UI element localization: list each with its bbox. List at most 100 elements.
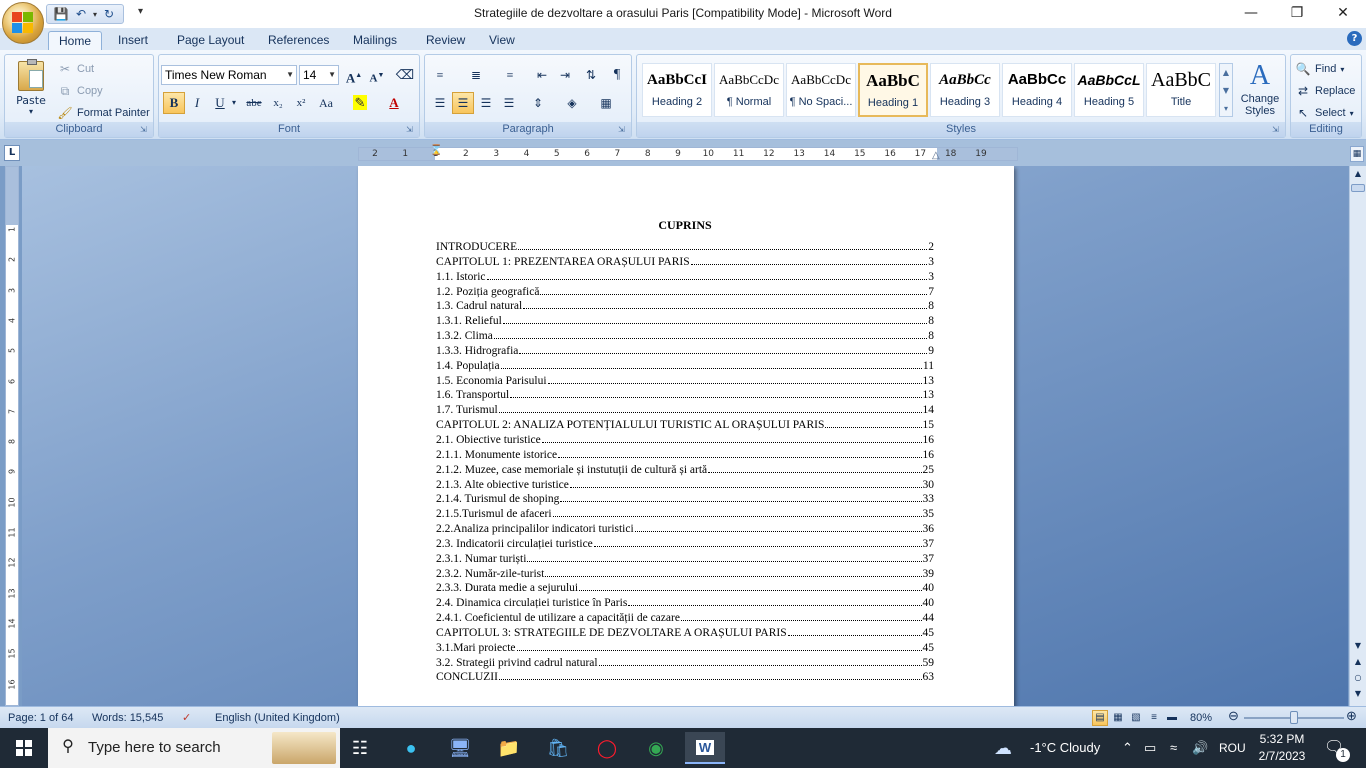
style-title[interactable]: AaBbC Title [1146, 63, 1216, 117]
zoom-out-icon[interactable]: ⊖ [1228, 709, 1239, 723]
input-language[interactable]: ROU [1219, 728, 1246, 768]
page-count[interactable]: Page: 1 of 64 [8, 711, 73, 725]
toc-entry[interactable]: CONCLUZII 63 [436, 670, 934, 685]
style-heading-3[interactable]: AaBbCc Heading 3 [930, 63, 1000, 117]
copy-button[interactable]: ⧉ Copy [57, 81, 103, 101]
wifi-icon[interactable]: ≈ [1170, 728, 1177, 768]
edge-icon[interactable]: ● [391, 732, 431, 764]
toc-entry[interactable]: 2.1.1. Monumente istorice 16 [436, 448, 934, 463]
increase-indent-icon[interactable]: ⇥ [554, 64, 576, 86]
previous-page-icon[interactable]: ▲ [1351, 654, 1365, 670]
toc-entry[interactable]: 2.1.4. Turismul de shoping 33 [436, 492, 934, 507]
indent-marker-icon[interactable]: ⌛ [430, 145, 442, 156]
bullets-icon[interactable]: ≡ [429, 64, 451, 86]
paragraph-launcher-icon[interactable]: ⇲ [618, 125, 628, 135]
toc-entry[interactable]: 1.3.1. Relieful 8 [436, 314, 934, 329]
scroll-thumb[interactable] [1351, 184, 1365, 192]
battery-icon[interactable]: ▭ [1144, 728, 1156, 768]
right-indent-marker-icon[interactable]: △ [932, 150, 940, 161]
toc-entry[interactable]: 2.1.3. Alte obiective turistice 30 [436, 478, 934, 493]
toc-entry[interactable]: 1.4. Populația 11 [436, 359, 934, 374]
restore-icon[interactable]: ❐ [1274, 0, 1320, 28]
scroll-down-icon[interactable]: ▼ [1351, 638, 1365, 654]
draft-icon[interactable]: ▬ [1164, 710, 1180, 726]
change-case-button[interactable]: Aa [315, 92, 337, 114]
toc-entry[interactable]: 1.3.3. Hidrografia 9 [436, 344, 934, 359]
toc-entry[interactable]: 2.1.2. Muzee, case memoriale și instutuț… [436, 463, 934, 478]
numbering-icon[interactable]: ≣ [465, 64, 487, 86]
store-icon[interactable]: 🛍 [538, 732, 578, 764]
style-no-spacing[interactable]: AaBbCcDc ¶ No Spaci... [786, 63, 856, 117]
close-icon[interactable]: ✕ [1320, 0, 1366, 28]
style-heading-4[interactable]: AaBbCc Heading 4 [1002, 63, 1072, 117]
weather-text[interactable]: -1°C Cloudy [1030, 728, 1100, 768]
line-spacing-icon[interactable]: ⇕ [527, 92, 549, 114]
italic-button[interactable]: I [186, 92, 208, 114]
decrease-indent-icon[interactable]: ⇤ [531, 64, 553, 86]
tab-home[interactable]: Home [48, 31, 103, 50]
shading-icon[interactable]: ◈ [561, 92, 583, 114]
proofing-icon[interactable]: ✓ [182, 711, 191, 725]
grow-font-button[interactable]: A▲ [343, 64, 365, 86]
web-layout-icon[interactable]: ▧ [1128, 710, 1144, 726]
vertical-scrollbar[interactable]: ▲ ▼ ▲ ○ ▼ [1349, 166, 1366, 706]
underline-dropdown-icon[interactable]: ▾ [232, 98, 236, 107]
font-launcher-icon[interactable]: ⇲ [406, 125, 416, 135]
toc-entry[interactable]: 3.1.Mari proiecte 45 [436, 641, 934, 656]
language-status[interactable]: English (United Kingdom) [215, 711, 340, 725]
clear-formatting-icon[interactable]: ⌫ [394, 64, 416, 86]
task-view-icon[interactable]: ☷ [340, 732, 380, 764]
toc-entry[interactable]: 1.7. Turismul 14 [436, 403, 934, 418]
browse-object-icon[interactable]: ○ [1351, 670, 1365, 686]
word-icon[interactable]: W [685, 732, 725, 764]
toc-entry[interactable]: 1.5. Economia Parisului 13 [436, 374, 934, 389]
clipboard-launcher-icon[interactable]: ⇲ [140, 125, 150, 135]
clock[interactable]: 5:32 PM 2/7/2023 [1252, 731, 1312, 765]
bold-button[interactable]: B [163, 92, 185, 114]
font-color-icon[interactable]: A [383, 92, 405, 114]
zoom-slider-thumb[interactable] [1290, 711, 1298, 724]
toc-entry[interactable]: 2.1.5.Turismul de afaceri 35 [436, 507, 934, 522]
cut-button[interactable]: ✂ Cut [57, 59, 94, 79]
style-normal[interactable]: AaBbCcDc ¶ Normal [714, 63, 784, 117]
help-icon[interactable]: ? [1347, 31, 1362, 46]
multilevel-list-icon[interactable]: ≡ [499, 64, 521, 86]
toc-entry[interactable]: INTRODUCERE 2 [436, 240, 934, 255]
zoom-level[interactable]: 80% [1190, 711, 1212, 725]
toc-entry[interactable]: 1.3. Cadrul natural 8 [436, 299, 934, 314]
weather-icon[interactable]: ☁ [994, 728, 1012, 768]
font-name-combo[interactable]: Times New Roman ▼ [161, 65, 297, 85]
align-left-icon[interactable]: ☰ [429, 92, 451, 114]
borders-icon[interactable]: ▦ [595, 92, 617, 114]
style-heading-1[interactable]: AaBbC Heading 1 [858, 63, 928, 117]
chevron-up-icon[interactable]: ⌃ [1122, 728, 1133, 768]
toc-entry[interactable]: 2.3. Indicatorii circulației turistice 37 [436, 537, 934, 552]
select-button[interactable]: ↖ Select ▾ [1295, 103, 1354, 123]
minimize-icon[interactable]: — [1228, 0, 1274, 28]
tab-page-layout[interactable]: Page Layout [167, 31, 254, 50]
toc-entry[interactable]: 2.2.Analiza principalilor indicatori tur… [436, 522, 934, 537]
full-screen-reading-icon[interactable]: ▦ [1110, 710, 1126, 726]
office-button[interactable] [2, 2, 44, 44]
toc-entry[interactable]: 3.2. Strategii privind cadrul natural 59 [436, 656, 934, 671]
find-button[interactable]: 🔍 Find ▾ [1295, 59, 1345, 79]
tab-references[interactable]: References [258, 31, 339, 50]
view-ruler-icon[interactable]: ▦ [1350, 146, 1364, 162]
tab-review[interactable]: Review [416, 31, 475, 50]
toc-entry[interactable]: 2.3.3. Durata medie a sejurului 40 [436, 581, 934, 596]
underline-button[interactable]: U [209, 92, 231, 114]
style-heading-2[interactable]: AaBbCcI Heading 2 [642, 63, 712, 117]
style-heading-5[interactable]: AaBbCcL Heading 5 [1074, 63, 1144, 117]
change-styles-button[interactable]: A Change Styles [1237, 59, 1283, 121]
document-page[interactable]: CUPRINS INTRODUCERE 2 CAPITOLUL 1: PREZENT… [358, 166, 1014, 706]
toc-entry[interactable]: 1.1. Istoric 3 [436, 270, 934, 285]
toc-entry[interactable]: 1.6. Transportul 13 [436, 388, 934, 403]
outline-icon[interactable]: ≡ [1146, 710, 1162, 726]
file-explorer-icon[interactable]: 📁 [489, 732, 529, 764]
tab-mailings[interactable]: Mailings [343, 31, 407, 50]
word-count[interactable]: Words: 15,545 [92, 711, 163, 725]
styles-launcher-icon[interactable]: ⇲ [1272, 125, 1282, 135]
show-formatting-marks-icon[interactable]: ¶ [606, 64, 628, 86]
tab-insert[interactable]: Insert [108, 31, 158, 50]
paste-button[interactable]: Paste ▾ [11, 59, 51, 117]
